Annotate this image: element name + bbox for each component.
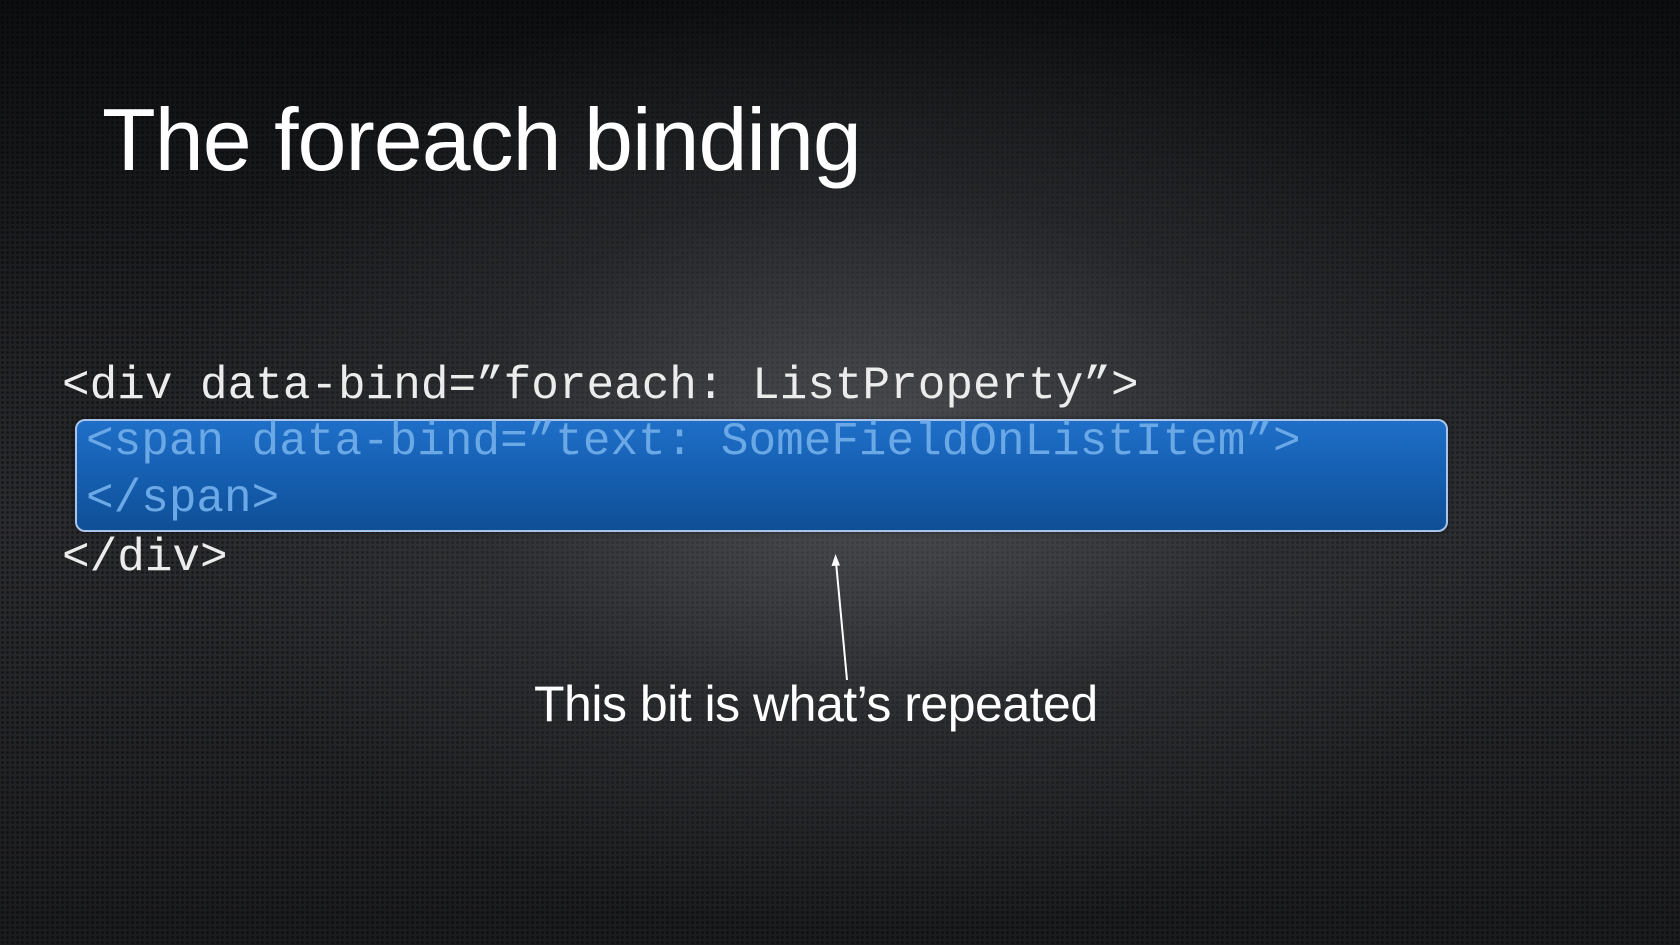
code-line-div-open: <div data-bind=”foreach: ListProperty”>	[62, 360, 1139, 412]
code-line-span-close: </span>	[86, 473, 280, 525]
slide-title: The foreach binding	[102, 90, 862, 189]
caption-text: This bit is what’s repeated	[534, 676, 1098, 732]
code-line-span-open: <span data-bind=”text: SomeFieldOnListIt…	[86, 416, 1301, 468]
code-line-div-close: </div>	[62, 532, 228, 584]
